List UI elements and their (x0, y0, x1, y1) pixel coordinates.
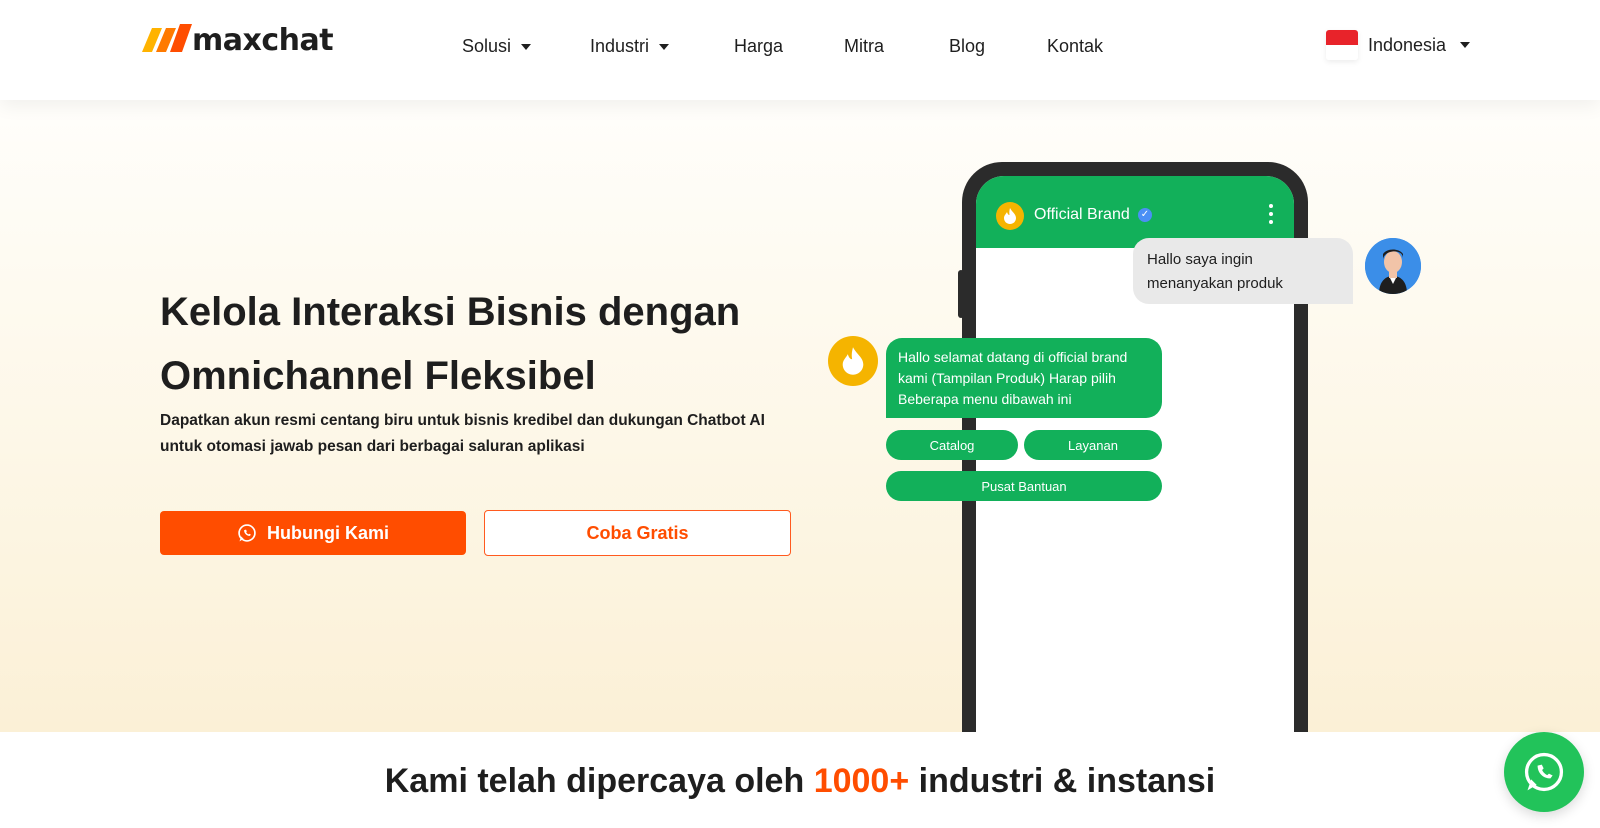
flame-icon (1004, 208, 1016, 224)
option-catalog[interactable]: Catalog (886, 430, 1018, 460)
trust-suffix: industri & instansi (909, 762, 1216, 800)
logo-text: maxchat (192, 23, 334, 58)
logo-mark-icon (142, 24, 192, 52)
hero-title: Kelola Interaksi Bisnis dengan Omnichann… (160, 280, 800, 408)
nav-item-kontak[interactable]: Kontak (1047, 36, 1103, 57)
site-header: maxchat Solusi Industri Harga Mitra Blog… (0, 0, 1600, 100)
option-pusat-bantuan[interactable]: Pusat Bantuan (886, 471, 1162, 501)
whatsapp-icon (238, 524, 256, 542)
hero-title-line1: Kelola Interaksi Bisnis dengan (160, 290, 741, 334)
bot-message-bubble: Hallo selamat datang di official brand k… (886, 338, 1162, 418)
nav-label: Harga (734, 36, 784, 56)
maxchat-logo[interactable]: maxchat (140, 20, 334, 58)
language-selector[interactable]: Indonesia (1326, 30, 1471, 60)
flame-icon (842, 347, 864, 375)
language-label: Indonesia (1368, 34, 1447, 55)
whatsapp-float-button[interactable] (1504, 732, 1584, 812)
contact-us-button[interactable]: Hubungi Kami (160, 511, 466, 555)
nav-item-harga[interactable]: Harga (734, 36, 783, 57)
contact-us-label: Hubungi Kami (267, 522, 389, 543)
user-message-bubble: Hallo saya ingin menanyakan produk (1133, 238, 1353, 304)
brand-name: Official Brand (1034, 206, 1130, 223)
trust-section: Kami telah dipercaya oleh 1000+ industri… (0, 732, 1600, 828)
user-avatar (1365, 238, 1421, 294)
chevron-down-icon (659, 43, 670, 50)
nav-item-mitra[interactable]: Mitra (844, 36, 884, 57)
hero-subtitle: Dapatkan akun resmi centang biru untuk b… (160, 412, 765, 455)
hero-title-line2: Omnichannel Fleksibel (160, 354, 596, 398)
nav-label: Kontak (1047, 36, 1104, 56)
more-options-icon[interactable] (1269, 204, 1273, 228)
nav-label: Blog (949, 36, 986, 56)
nav-item-blog[interactable]: Blog (949, 36, 985, 57)
option-layanan[interactable]: Layanan (1024, 430, 1162, 460)
person-avatar-icon (1365, 238, 1421, 294)
chevron-down-icon (1460, 42, 1471, 48)
verified-badge-icon: ✓ (1138, 208, 1152, 222)
trust-prefix: Kami telah dipercaya oleh (384, 762, 814, 800)
chevron-down-icon (521, 43, 532, 50)
whatsapp-icon (1524, 752, 1564, 792)
indonesia-flag-icon (1326, 30, 1358, 60)
try-free-button[interactable]: Coba Gratis (484, 510, 791, 556)
trust-highlight: 1000+ (813, 762, 910, 800)
trust-heading: Kami telah dipercaya oleh 1000+ industri… (0, 762, 1600, 801)
bot-avatar (828, 336, 878, 386)
nav-label: Mitra (844, 36, 884, 56)
brand-avatar (996, 202, 1024, 230)
nav-item-solusi[interactable]: Solusi (462, 36, 532, 57)
try-free-label: Coba Gratis (586, 522, 689, 543)
nav-item-industri[interactable]: Industri (590, 36, 670, 57)
nav-label: Solusi (462, 36, 512, 56)
nav-label: Industri (590, 36, 650, 56)
hero-section: Kelola Interaksi Bisnis dengan Omnichann… (0, 100, 1600, 732)
